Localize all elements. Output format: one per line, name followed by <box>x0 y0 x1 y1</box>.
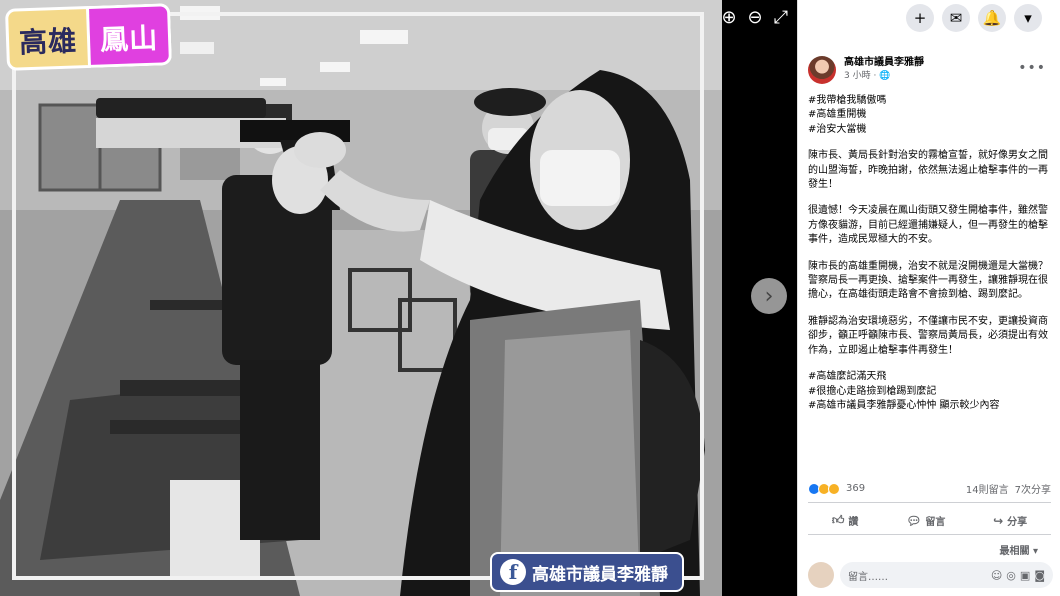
emoji-icon[interactable]: ☺ <box>991 569 1002 582</box>
next-photo-button[interactable]: › <box>751 278 787 314</box>
comment-placeholder: 留言…… <box>848 571 888 583</box>
share-label: 分享 <box>1007 517 1028 528</box>
reaction-count: 369 <box>846 483 866 494</box>
account-menu-button[interactable]: ▾ <box>1014 4 1042 32</box>
comment-sort-dropdown[interactable]: 最相關 ▾ <box>999 542 1038 557</box>
comment-icon: 💬︎ <box>906 513 922 528</box>
top-actions: + ✉ 🔔 ▾ <box>906 4 1042 32</box>
zoom-in-icon[interactable]: ⊕ <box>718 6 740 28</box>
share-button[interactable]: ↪ 分享 <box>987 511 1033 530</box>
post-header: 高雄市議員李雅靜 3 小時 · 🌐 <box>808 56 1053 84</box>
post-actions: 👍︎ 讚 💬︎ 留言 ↪ 分享 <box>808 511 1051 530</box>
hashtags-bottom: #高雄麼記滿天飛 #很擔心走路撿到槍踢到麼記 #高雄市議員李雅靜憂心忡忡 顯示較… <box>808 370 1052 413</box>
gif-icon[interactable]: ▣ <box>1020 569 1030 582</box>
comment-input[interactable]: 留言…… ☺ ◎ ▣ ◙ <box>840 562 1053 588</box>
like-label: 讚 <box>848 517 859 528</box>
chevron-down-icon: ▾ <box>1032 546 1038 557</box>
thumbs-up-icon: 👍︎ <box>831 513 845 527</box>
messenger-button[interactable]: ✉ <box>942 4 970 32</box>
photo-post-viewer: 高雄 鳳山 f 高雄市議員李雅靜 ⊕ ⊖ ⤢ › + ✉ 🔔 ▾ 高雄市議員李雅… <box>0 0 1060 596</box>
zoom-out-icon[interactable]: ⊖ <box>744 6 766 28</box>
create-button[interactable]: + <box>906 4 934 32</box>
reactions-bar: 369 14則留言 7次分享 <box>808 481 1051 496</box>
wow-reaction-icon <box>828 482 840 495</box>
page-watermark: f 高雄市議員李雅靜 <box>490 552 684 592</box>
watermark-text: 高雄市議員李雅靜 <box>532 564 668 585</box>
comment-button[interactable]: 💬︎ 留言 <box>900 511 951 530</box>
notifications-button[interactable]: 🔔 <box>978 4 1006 32</box>
post-panel: 高雄市議員李雅靜 3 小時 · 🌐 ••• #我帶槍我驕傲嗎 #高雄重開機 #治… <box>797 0 1060 596</box>
post-time[interactable]: 3 小時 · 🌐 <box>844 70 924 82</box>
globe-icon: 🌐 <box>879 71 891 81</box>
hashtag[interactable]: #很擔心走路撿到槍踢到麼記 <box>808 386 936 397</box>
hashtag[interactable]: #我帶槍我驕傲嗎 <box>808 95 886 106</box>
photo-viewer: 高雄 鳳山 f 高雄市議員李雅靜 ⊕ ⊖ ⤢ › <box>0 0 797 596</box>
more-options-icon[interactable]: ••• <box>1018 60 1046 76</box>
post-paragraph: 陳市長的高雄重開機，治安不就是沒開機還是大當機？警察局長一再更換、搶擊案件一再發… <box>808 260 1048 301</box>
camera-icon[interactable]: ◎ <box>1006 569 1016 582</box>
viewer-controls: ⊕ ⊖ ⤢ <box>718 6 792 28</box>
like-button[interactable]: 👍︎ 讚 <box>826 511 865 530</box>
post-paragraph: 陳市長、黃局長針對治安的霧槍宣誓，就好像男女之間的山盟海誓，昨晚拍謝，依然無法遏… <box>808 150 1048 191</box>
hashtags-top: #我帶槍我驕傲嗎 #高雄重開機 #治安大當機 <box>808 94 1052 137</box>
badge-city: 高雄 <box>4 5 92 71</box>
divider <box>808 534 1051 535</box>
post-time-text: 3 小時 <box>844 71 871 81</box>
sort-label: 最相關 <box>999 546 1030 557</box>
facebook-logo-icon: f <box>500 559 526 585</box>
author-avatar[interactable] <box>808 56 836 84</box>
comment-tools: ☺ ◎ ▣ ◙ <box>991 569 1045 582</box>
post-paragraph: 很遺憾！今天凌晨在鳳山街頭又發生開槍事件，雖然警方像夜貓游，目前已經還捕嫌疑人，… <box>808 205 1048 246</box>
comment-label: 留言 <box>925 517 946 528</box>
location-badge: 高雄 鳳山 <box>4 3 173 71</box>
author-name[interactable]: 高雄市議員李雅靜 <box>844 56 924 70</box>
share-count[interactable]: 7次分享 <box>1015 481 1051 496</box>
post-photo[interactable]: 高雄 鳳山 f 高雄市議員李雅靜 <box>0 0 722 596</box>
sticker-icon[interactable]: ◙ <box>1034 569 1045 582</box>
comment-count[interactable]: 14則留言 <box>966 481 1009 496</box>
post-paragraph: 雅靜認為治安環境惡劣，不僅讓市民不安，更讓投資商卻步，籲正呼籲陳市長、警察局黃局… <box>808 315 1048 356</box>
reaction-summary[interactable]: 369 <box>808 481 865 496</box>
hashtag[interactable]: #高雄市議員李雅靜憂心忡忡 顯示較少內容 <box>808 400 1000 411</box>
user-avatar <box>808 562 834 588</box>
hashtag[interactable]: #高雄麼記滿天飛 <box>808 371 886 382</box>
hashtag[interactable]: #治安大當機 <box>808 124 866 135</box>
share-icon: ↪ <box>993 513 1004 528</box>
divider <box>808 502 1051 503</box>
fullscreen-icon[interactable]: ⤢ <box>770 6 792 28</box>
badge-district: 鳳山 <box>88 3 173 68</box>
post-body: #我帶槍我驕傲嗎 #高雄重開機 #治安大當機 陳市長、黃局長針對治安的霧槍宣誓，… <box>808 94 1052 425</box>
photo-scene <box>0 0 722 596</box>
hashtag[interactable]: #高雄重開機 <box>808 109 866 120</box>
comment-composer: 留言…… ☺ ◎ ▣ ◙ <box>808 562 1053 588</box>
